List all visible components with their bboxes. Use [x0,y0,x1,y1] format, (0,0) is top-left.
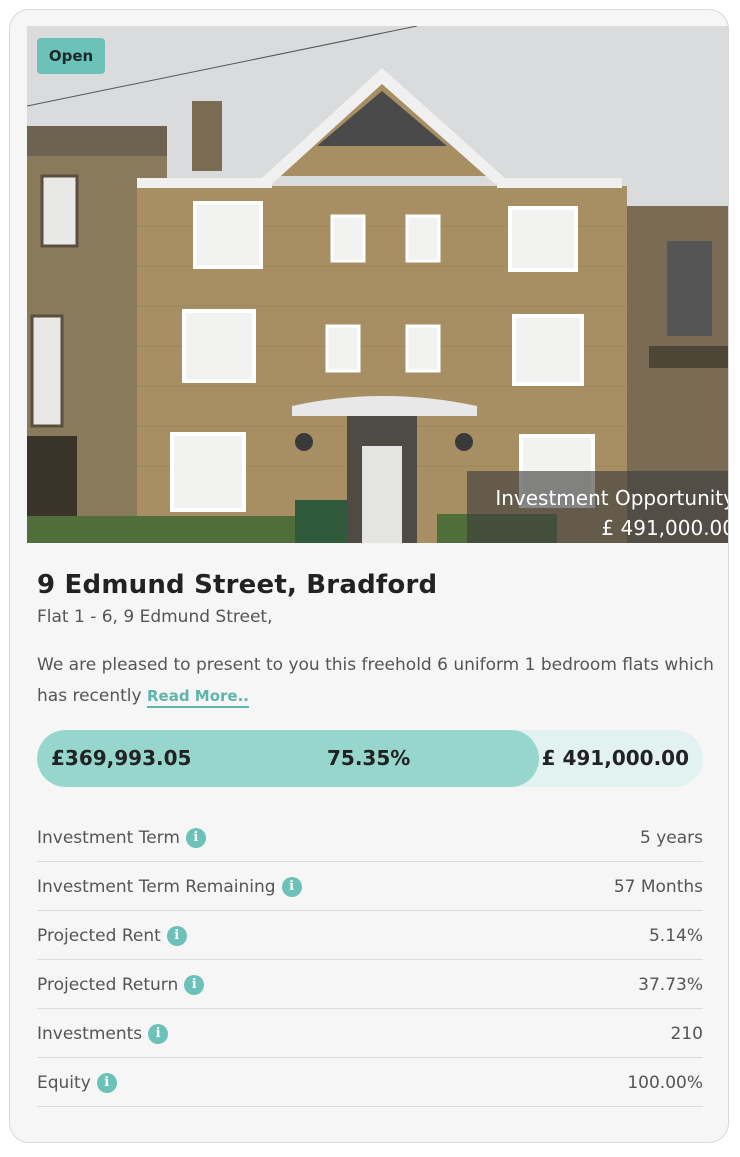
stat-label: Equity i [37,1072,117,1093]
stat-label: Investments i [37,1023,169,1044]
listing-title[interactable]: 9 Edmund Street, Bradford [37,570,437,600]
price-overlay: Investment Opportunity £ 491,000.00 [467,471,729,543]
funding-progress-bar: £369,993.05 75.35% £ 491,000.00 [37,730,703,787]
info-icon[interactable]: i [281,876,302,897]
stat-label-text: Equity [37,1072,91,1093]
funding-percent: 75.35% [327,746,411,770]
stat-row-investments: Investments i 210 [37,1010,703,1058]
stat-label-text: Investment Term [37,827,180,848]
read-more-link[interactable]: Read More.. [146,687,249,708]
stat-value: 210 [670,1023,703,1044]
stats-list: Investment Term i 5 years Investment Term… [37,814,703,1108]
stat-value: 100.00% [627,1072,703,1093]
stat-row-projected-rent: Projected Rent i 5.14% [37,912,703,960]
overlay-price: £ 491,000.00 [601,516,729,540]
stat-label: Investment Term Remaining i [37,876,302,897]
stat-value: 5 years [639,827,703,848]
stat-value: 57 Months [613,876,703,897]
info-icon[interactable]: i [96,1072,117,1093]
building-photo-illustration [27,26,728,543]
listing-address: Flat 1 - 6, 9 Edmund Street, [37,607,273,627]
stat-row-term-remaining: Investment Term Remaining i 57 Months [37,863,703,911]
stat-label-text: Projected Rent [37,925,161,946]
funding-raised: £369,993.05 [51,746,192,770]
stat-label: Projected Return i [37,974,205,995]
funding-target: £ 491,000.00 [541,746,689,770]
stat-row-equity: Equity i 100.00% [37,1059,703,1107]
stat-row-investment-term: Investment Term i 5 years [37,814,703,862]
listing-description: We are pleased to present to you this fr… [37,650,717,712]
info-icon[interactable]: i [185,827,206,848]
overlay-label: Investment Opportunity [495,486,729,510]
stat-label-text: Projected Return [37,974,179,995]
stat-label-text: Investment Term Remaining [37,876,276,897]
info-icon[interactable]: i [184,974,205,995]
stat-row-projected-return: Projected Return i 37.73% [37,961,703,1009]
info-icon[interactable]: i [166,925,187,946]
info-icon[interactable]: i [148,1023,169,1044]
stat-value: 5.14% [648,925,703,946]
status-badge: Open [37,38,105,74]
stat-label: Projected Rent i [37,925,187,946]
property-photo[interactable]: Investment Opportunity £ 491,000.00 [27,26,729,543]
listing-card[interactable]: Investment Opportunity £ 491,000.00 Open… [9,9,729,1143]
description-text: We are pleased to present to you this fr… [37,655,714,706]
stat-label-text: Investments [37,1023,143,1044]
stat-value: 37.73% [638,974,703,995]
stat-label: Investment Term i [37,827,206,848]
